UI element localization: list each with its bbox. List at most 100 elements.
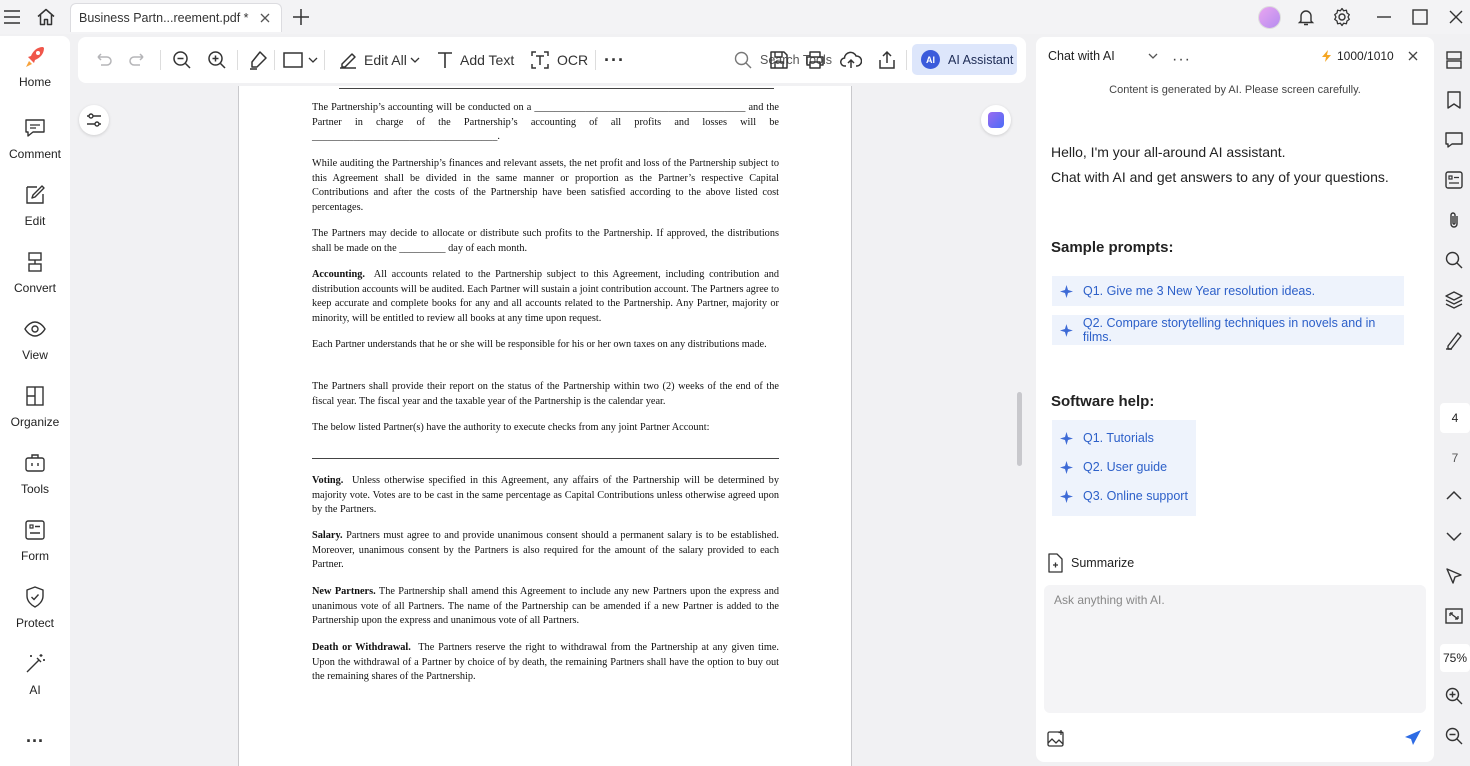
zoom-in-icon[interactable] (206, 48, 228, 72)
signature-line (312, 458, 779, 459)
avatar[interactable] (1258, 6, 1281, 29)
image-upload-icon[interactable] (1046, 729, 1066, 749)
zoom-in-icon[interactable] (1444, 686, 1466, 708)
sidebar-item-comment[interactable]: Comment (0, 116, 70, 176)
edit-all-icon (340, 53, 356, 69)
sidebar-item-view[interactable]: View (0, 317, 70, 377)
sidebar-more-button[interactable]: ... (0, 726, 70, 750)
ai-disclaimer: Content is generated by AI. Please scree… (1109, 84, 1361, 96)
chat-more-icon[interactable]: ··· (1172, 51, 1191, 69)
organize-icon (23, 384, 47, 408)
edit-all-button[interactable]: Edit All (337, 48, 421, 72)
home-icon[interactable] (34, 5, 58, 29)
send-icon[interactable] (1404, 729, 1422, 747)
print-icon[interactable] (804, 48, 826, 72)
chat-mode-dropdown[interactable]: Chat with AI (1048, 49, 1159, 63)
gear-icon[interactable] (1330, 5, 1354, 29)
sidebar-item-ai[interactable]: AI (0, 652, 70, 712)
help-item-tutorials[interactable]: Q1. Tutorials (1060, 428, 1154, 448)
sample-prompt[interactable]: Q1. Give me 3 New Year resolution ideas. (1052, 276, 1404, 306)
next-page-icon[interactable] (1444, 526, 1466, 548)
sidebar-item-home[interactable]: Home (0, 44, 70, 104)
sample-prompt[interactable]: Q2. Compare storytelling techniques in n… (1052, 315, 1404, 345)
chat-input[interactable] (1044, 585, 1426, 713)
sidebar-item-protect[interactable]: Protect (0, 585, 70, 645)
document-scrollbar[interactable] (1017, 392, 1022, 466)
save-icon[interactable] (768, 48, 790, 72)
cloud-upload-icon[interactable] (840, 48, 862, 72)
sample-prompt-label: Q1. Give me 3 New Year resolution ideas. (1083, 284, 1316, 298)
chat-mode-label: Chat with AI (1048, 49, 1115, 63)
edit-icon (23, 183, 47, 207)
toolbox-icon (23, 451, 47, 475)
bell-icon[interactable] (1294, 5, 1318, 29)
zoom-level[interactable]: 75% (1440, 644, 1470, 672)
help-item-user-guide[interactable]: Q2. User guide (1060, 457, 1167, 477)
attachment-icon[interactable] (1444, 210, 1466, 232)
shape-dropdown[interactable] (283, 48, 319, 72)
layers-icon[interactable] (1444, 290, 1466, 312)
highlighter-icon[interactable] (247, 48, 269, 72)
share-icon[interactable] (876, 48, 898, 72)
edit-all-label: Edit All (364, 52, 407, 68)
sliders-icon (87, 113, 101, 127)
summarize-button[interactable]: Summarize (1046, 553, 1134, 573)
ai-assistant-button[interactable]: AI AI Assistant (912, 44, 1017, 75)
greeting-line: Hello, I'm your all-around AI assistant. (1051, 144, 1286, 160)
new-tab-icon[interactable] (289, 5, 313, 29)
sidebar-item-tools[interactable]: Tools (0, 451, 70, 511)
software-help-list: Q1. Tutorials Q2. User guide Q3. Online … (1052, 420, 1196, 516)
help-item-online-support[interactable]: Q3. Online support (1060, 486, 1188, 506)
paragraph-heading: Salary. (312, 530, 343, 541)
filter-settings-button[interactable] (79, 105, 109, 135)
current-page-input[interactable]: 4 (1440, 403, 1470, 433)
more-tools-icon[interactable]: ··· (604, 48, 625, 72)
credits-display: 1000/1010 (1322, 49, 1394, 63)
fit-page-icon[interactable] (1444, 606, 1466, 628)
zoom-out-icon[interactable] (1444, 726, 1466, 748)
maximize-icon[interactable] (1408, 5, 1432, 29)
bookmark-icon[interactable] (1444, 90, 1466, 112)
paragraph: Salary. Partners must agree to and provi… (312, 529, 779, 573)
zoom-out-icon[interactable] (171, 48, 193, 72)
redo-icon[interactable] (127, 48, 149, 72)
comments-panel-icon[interactable] (1444, 130, 1466, 152)
ocr-label: OCR (557, 52, 589, 68)
select-cursor-icon[interactable] (1444, 566, 1466, 588)
previous-page-icon[interactable] (1444, 486, 1466, 508)
paragraph: The below listed Partner(s) have the aut… (312, 422, 710, 433)
paragraph: While auditing the Partnership’s finance… (312, 158, 779, 213)
close-chat-icon[interactable] (1406, 49, 1420, 63)
sidebar-item-edit[interactable]: Edit (0, 183, 70, 243)
menu-icon[interactable] (0, 5, 24, 29)
sidebar-item-organize[interactable]: Organize (0, 384, 70, 444)
main-toolbar: Edit All Add Text OCR ··· Search Tools A… (78, 37, 1026, 83)
magic-wand-icon (23, 652, 47, 676)
thumbnails-icon[interactable] (1444, 50, 1466, 72)
add-text-button[interactable]: Add Text (434, 48, 514, 72)
fields-icon[interactable] (1444, 170, 1466, 192)
paragraph: Each Partner understands that he or she … (312, 339, 767, 350)
ocr-button[interactable]: OCR (529, 48, 588, 72)
search-icon[interactable] (1444, 250, 1466, 272)
close-tab-icon[interactable] (257, 10, 273, 26)
software-help-title: Software help: (1051, 393, 1155, 410)
ai-badge-icon: AI (921, 50, 940, 69)
close-window-icon[interactable] (1444, 5, 1468, 29)
greeting-line: Chat with AI and get answers to any of y… (1051, 169, 1389, 185)
signature-icon[interactable] (1444, 330, 1466, 352)
sparkle-icon (1060, 489, 1073, 503)
sidebar-item-form[interactable]: Form (0, 518, 70, 578)
document-tab-title: Business Partn...reement.pdf * (79, 11, 249, 25)
sidebar-item-convert[interactable]: Convert (0, 250, 70, 310)
undo-icon[interactable] (92, 48, 114, 72)
total-pages: 7 (1451, 451, 1459, 465)
sample-prompts-title: Sample prompts: (1051, 239, 1174, 256)
minimize-icon[interactable] (1372, 5, 1396, 29)
sparkle-icon (1060, 284, 1073, 298)
title-bar: Business Partn...reement.pdf * (0, 0, 1470, 34)
document-tab[interactable]: Business Partn...reement.pdf * (70, 3, 282, 32)
sidebar-item-label: Form (21, 549, 49, 563)
rocket-icon (23, 44, 47, 68)
floating-ai-button[interactable] (981, 105, 1011, 135)
